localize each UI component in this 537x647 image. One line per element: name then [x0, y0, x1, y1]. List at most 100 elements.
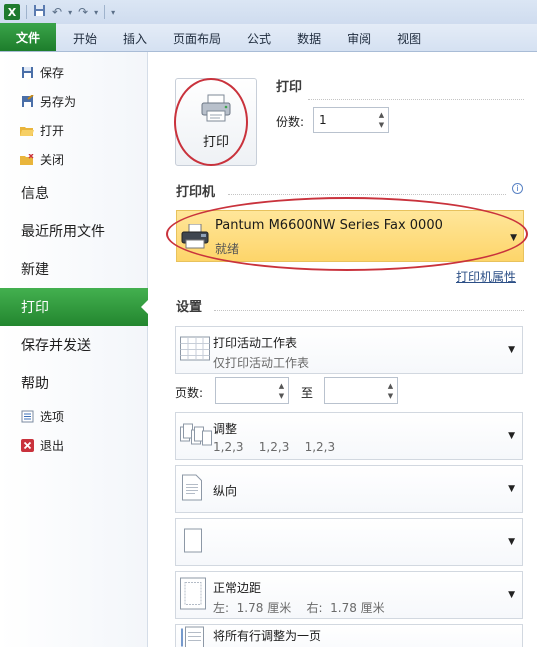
- margins-title: 正常边距: [213, 581, 262, 595]
- collate-title: 调整: [213, 422, 238, 436]
- nav-save-as-label: 另存为: [40, 95, 77, 109]
- nav-recent[interactable]: 最近所用文件: [0, 212, 147, 250]
- collate-select[interactable]: 调整 1,2,3 1,2,3 1,2,3 ▼: [175, 412, 523, 460]
- excel-app-icon[interactable]: X: [4, 4, 20, 20]
- divider: [308, 99, 524, 100]
- print-scope-title: 打印活动工作表: [213, 336, 298, 350]
- printer-section-title: 打印机: [176, 185, 216, 200]
- info-icon[interactable]: i: [512, 183, 523, 194]
- spin-down-icon[interactable]: ▼: [279, 392, 284, 400]
- collate-subtitle: 1,2,3 1,2,3 1,2,3: [213, 440, 336, 454]
- nav-options[interactable]: 选项: [0, 402, 147, 431]
- pages-to-label: 至: [301, 386, 314, 400]
- spin-arrows[interactable]: ▲ ▼: [275, 378, 288, 403]
- portrait-page-icon: [182, 474, 202, 504]
- tab-formulas[interactable]: 公式: [234, 25, 284, 51]
- divider: [214, 310, 524, 311]
- save-icon[interactable]: [33, 4, 46, 20]
- options-icon: [20, 410, 34, 424]
- chevron-down-icon[interactable]: ▼: [508, 431, 515, 441]
- scaling-select[interactable]: 将所有行调整为一页: [175, 624, 523, 647]
- settings-section-title: 设置: [176, 300, 203, 315]
- scaling-title: 将所有行调整为一页: [213, 629, 322, 643]
- qat-separator: [26, 5, 27, 19]
- printer-status: 就绪: [215, 242, 240, 256]
- chevron-down-icon[interactable]: ▾: [68, 8, 72, 17]
- nav-info[interactable]: 信息: [0, 174, 147, 212]
- save-icon: [20, 66, 34, 80]
- exit-icon: [20, 439, 34, 453]
- quick-access-toolbar: X ↶ ▾ ↷ ▾ ▾: [0, 0, 537, 24]
- tab-file[interactable]: 文件: [0, 23, 56, 51]
- pages-range-row: 页数: ▲ ▼ 至 ▲ ▼: [175, 377, 523, 405]
- spin-arrows[interactable]: ▲ ▼: [384, 378, 397, 403]
- orientation-value: 纵向: [213, 484, 238, 498]
- copies-stepper[interactable]: 1 ▲ ▼: [313, 107, 389, 133]
- margins-select[interactable]: 正常边距 左: 1.78 厘米 右: 1.78 厘米 ▼: [175, 571, 523, 619]
- redo-icon[interactable]: ↷: [78, 5, 88, 19]
- open-folder-icon: [20, 124, 34, 138]
- nav-help[interactable]: 帮助: [0, 364, 147, 402]
- nav-save-send[interactable]: 保存并发送: [0, 326, 147, 364]
- ribbon-tabs: 文件 开始 插入 页面布局 公式 数据 审阅 视图: [0, 23, 537, 52]
- pages-from-stepper[interactable]: ▲ ▼: [215, 377, 289, 404]
- nav-new[interactable]: 新建: [0, 250, 147, 288]
- spin-arrows[interactable]: ▲ ▼: [375, 108, 388, 132]
- print-pane: 打印 打印 份数: 1 ▲ ▼ 打印机 i Pantum M6600NW Seri…: [148, 52, 537, 647]
- spin-down-icon[interactable]: ▼: [388, 392, 393, 400]
- copies-value: 1: [319, 113, 327, 127]
- nav-exit[interactable]: 退出: [0, 431, 147, 460]
- print-scope-select[interactable]: 打印活动工作表 仅打印活动工作表 ▼: [175, 326, 523, 374]
- spin-up-icon[interactable]: ▲: [379, 111, 384, 119]
- tab-insert[interactable]: 插入: [110, 25, 160, 51]
- qat-separator: [104, 5, 106, 19]
- margins-icon: [180, 577, 206, 613]
- paper-size-select[interactable]: ▼: [175, 518, 523, 566]
- copies-label: 份数:: [276, 115, 305, 129]
- print-scope-subtitle: 仅打印活动工作表: [213, 356, 310, 370]
- printer-properties-link[interactable]: 打印机属性: [456, 268, 516, 285]
- worksheet-icon: [180, 336, 210, 364]
- print-button-label: 打印: [202, 135, 229, 150]
- printer-name: Pantum M6600NW Series Fax 0000: [215, 218, 443, 233]
- print-button[interactable]: 打印: [175, 78, 257, 166]
- tab-page-layout[interactable]: 页面布局: [160, 25, 234, 51]
- nav-options-label: 选项: [40, 410, 65, 424]
- margins-subtitle: 左: 1.78 厘米 右: 1.78 厘米: [213, 601, 385, 615]
- spin-up-icon[interactable]: ▲: [279, 382, 284, 390]
- tab-review[interactable]: 审阅: [334, 25, 384, 51]
- tab-home[interactable]: 开始: [60, 25, 110, 51]
- divider: [228, 194, 506, 195]
- spin-up-icon[interactable]: ▲: [388, 382, 393, 390]
- tab-data[interactable]: 数据: [284, 25, 334, 51]
- pages-to-stepper[interactable]: ▲ ▼: [324, 377, 398, 404]
- printer-select[interactable]: Pantum M6600NW Series Fax 0000 就绪 ▼: [176, 210, 524, 262]
- chevron-down-icon[interactable]: ▼: [508, 537, 515, 547]
- fit-rows-icon: [181, 626, 207, 647]
- spin-down-icon[interactable]: ▼: [379, 121, 384, 129]
- nav-close[interactable]: 关闭: [0, 145, 147, 174]
- undo-icon[interactable]: ↶: [52, 5, 62, 19]
- backstage-nav: 保存 另存为 打开 关闭 信息 最近所用文件 新建 打印 保存并发送 帮助 选项…: [0, 52, 149, 647]
- print-section-title: 打印: [276, 80, 303, 95]
- chevron-down-icon[interactable]: ▼: [508, 345, 515, 355]
- nav-open[interactable]: 打开: [0, 116, 147, 145]
- tab-view[interactable]: 视图: [384, 25, 434, 51]
- collate-icon: [180, 423, 212, 449]
- printer-icon: [200, 94, 232, 125]
- nav-save-as[interactable]: 另存为: [0, 87, 147, 116]
- pages-label: 页数:: [175, 386, 204, 400]
- nav-print[interactable]: 打印: [0, 288, 149, 326]
- nav-close-label: 关闭: [40, 153, 65, 167]
- fax-printer-icon: [181, 223, 211, 253]
- blank-page-icon: [184, 528, 202, 556]
- customize-qat-icon[interactable]: ▾: [111, 8, 115, 17]
- orientation-select[interactable]: 纵向 ▼: [175, 465, 523, 513]
- chevron-down-icon[interactable]: ▼: [508, 484, 515, 494]
- nav-exit-label: 退出: [40, 439, 65, 453]
- chevron-down-icon[interactable]: ▼: [510, 233, 517, 243]
- nav-save[interactable]: 保存: [0, 58, 147, 87]
- nav-save-label: 保存: [40, 66, 65, 80]
- chevron-down-icon[interactable]: ▾: [94, 8, 98, 17]
- chevron-down-icon[interactable]: ▼: [508, 590, 515, 600]
